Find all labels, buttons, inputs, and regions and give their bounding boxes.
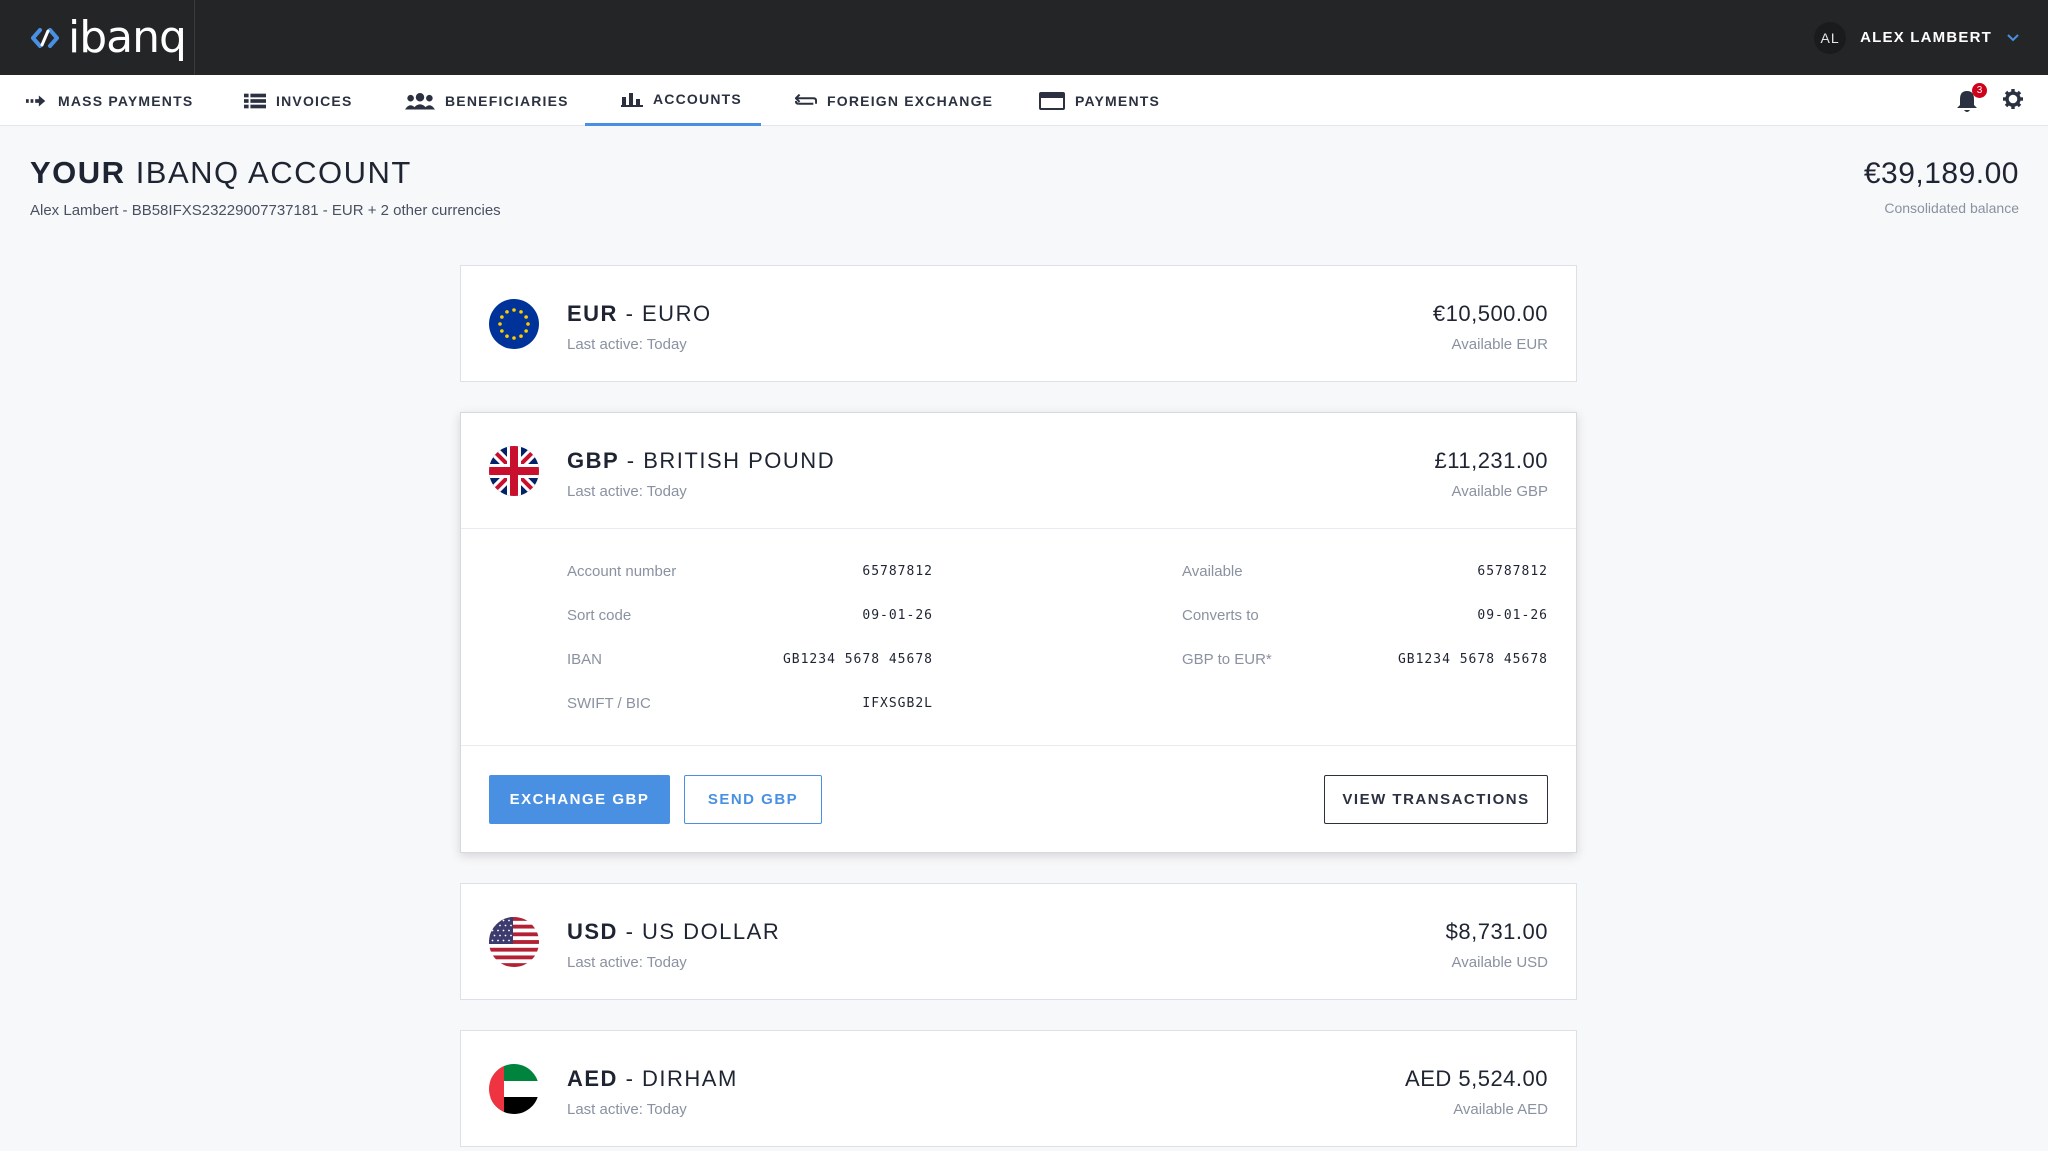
currency-title: USD - US DOLLAR: [567, 919, 780, 945]
detail-label-account-number: Account number: [567, 563, 677, 580]
gear-icon: [2003, 89, 2023, 109]
detail-value-sort-code: 09-01-26: [862, 608, 933, 623]
users-icon: [405, 92, 435, 110]
nav-label: MASS PAYMENTS: [58, 92, 194, 109]
user-name: ALEX LAMBERT: [1860, 29, 1992, 46]
us-flag-icon: [489, 917, 539, 967]
chevron-down-icon: [2007, 33, 2019, 41]
detail-value-iban: GB1234 5678 45678: [782, 652, 933, 667]
top-bar: ibanq AL ALEX LAMBERT: [0, 0, 2048, 75]
page-title-bold: YOUR: [30, 155, 126, 190]
account-details: Account number 65787812 Sort code 09-01-…: [461, 528, 1576, 746]
notifications-button[interactable]: 3: [1956, 83, 1987, 113]
detail-value-converts-to: 09-01-26: [1477, 608, 1548, 623]
account-card-gbp[interactable]: GBP - BRITISH POUND Last active: Today £…: [460, 412, 1577, 853]
logo-icon: [31, 27, 59, 48]
bar-chart-icon: [621, 90, 643, 108]
currency-name: - BRITISH POUND: [619, 448, 836, 473]
uae-flag-icon: [489, 1064, 539, 1114]
detail-value-rate: GB1234 5678 45678: [1397, 652, 1548, 667]
available-label: Available GBP: [1451, 483, 1548, 500]
account-card-usd[interactable]: USD - US DOLLAR Last active: Today $8,73…: [460, 883, 1577, 1000]
currency-name: - DIRHAM: [617, 1066, 738, 1091]
nav-label: FOREIGN EXCHANGE: [827, 92, 994, 109]
list-icon: [244, 92, 266, 110]
nav-item-foreign-exchange[interactable]: FOREIGN EXCHANGE: [795, 75, 993, 126]
notification-badge: 3: [1972, 83, 1987, 98]
uk-flag-icon: [489, 446, 539, 496]
account-card-header[interactable]: GBP - BRITISH POUND Last active: Today £…: [461, 413, 1576, 528]
account-card-header[interactable]: AED - DIRHAM Last active: Today AED 5,52…: [461, 1031, 1576, 1146]
currency-name: - US DOLLAR: [617, 919, 781, 944]
page-title: YOUR IBANQ ACCOUNT: [30, 155, 412, 191]
nav-label: PAYMENTS: [1075, 92, 1161, 109]
currency-code: GBP: [567, 448, 620, 473]
account-card-header[interactable]: USD - US DOLLAR Last active: Today $8,73…: [461, 884, 1576, 999]
settings-button[interactable]: [2003, 89, 2025, 111]
currency-code: EUR: [567, 301, 618, 326]
account-card-aed[interactable]: AED - DIRHAM Last active: Today AED 5,52…: [460, 1030, 1577, 1147]
currency-title: GBP - BRITISH POUND: [567, 448, 835, 474]
nav-label: ACCOUNTS: [653, 91, 742, 107]
consolidated-balance-label: Consolidated balance: [1884, 200, 2019, 216]
page-subtitle: Alex Lambert - BB58IFXS23229007737181 - …: [30, 202, 501, 219]
last-active: Last active: Today: [567, 336, 687, 353]
eu-flag-icon: [489, 299, 539, 349]
detail-value-swift: IFXSGB2L: [862, 696, 933, 711]
currency-title: EUR - EURO: [567, 301, 712, 327]
nav-item-invoices[interactable]: INVOICES: [244, 75, 353, 126]
available-label: Available AED: [1453, 1101, 1548, 1118]
nav-item-accounts[interactable]: ACCOUNTS: [585, 75, 761, 126]
credit-card-icon: [1039, 91, 1065, 110]
detail-label-swift: SWIFT / BIC: [567, 695, 651, 712]
nav-label: BENEFICIARIES: [445, 92, 569, 109]
currency-balance: AED 5,524.00: [1405, 1066, 1548, 1091]
detail-value-available: 65787812: [1477, 564, 1548, 579]
logo-text: ibanq: [68, 12, 187, 63]
account-actions: EXCHANGE GBP SEND GBP VIEW TRANSACTIONS: [461, 746, 1576, 852]
currency-name: - EURO: [617, 301, 712, 326]
detail-label-sort-code: Sort code: [567, 607, 632, 624]
last-active: Last active: Today: [567, 1101, 687, 1118]
detail-label-iban: IBAN: [567, 651, 603, 668]
account-card-eur[interactable]: EUR - EURO Last active: Today €10,500.00…: [460, 265, 1577, 382]
last-active: Last active: Today: [567, 483, 687, 500]
logo[interactable]: ibanq: [0, 0, 195, 75]
nav-item-payments[interactable]: PAYMENTS: [1039, 75, 1160, 126]
currency-code: USD: [567, 919, 618, 944]
send-gbp-button[interactable]: SEND GBP: [684, 775, 822, 824]
exchange-icon: [795, 92, 817, 110]
currency-balance: €10,500.00: [1432, 301, 1548, 326]
nav-item-beneficiaries[interactable]: BENEFICIARIES: [405, 75, 569, 126]
main-nav: MASS PAYMENTS INVOICES BENEFICIARIES ACC…: [0, 75, 2048, 126]
available-label: Available USD: [1451, 954, 1548, 971]
available-label: Available EUR: [1451, 336, 1548, 353]
last-active: Last active: Today: [567, 954, 687, 971]
detail-label-rate: GBP to EUR*: [1182, 651, 1272, 668]
currency-balance: £11,231.00: [1434, 448, 1548, 473]
detail-value-account-number: 65787812: [862, 564, 933, 579]
nav-label: INVOICES: [276, 92, 353, 109]
detail-label-converts-to: Converts to: [1182, 607, 1259, 624]
view-transactions-button[interactable]: VIEW TRANSACTIONS: [1324, 775, 1548, 824]
currency-code: AED: [567, 1066, 618, 1091]
exchange-gbp-button[interactable]: EXCHANGE GBP: [489, 775, 670, 824]
page-title-rest: IBANQ ACCOUNT: [125, 155, 412, 190]
currency-balance: $8,731.00: [1445, 919, 1548, 944]
detail-label-available: Available: [1182, 563, 1243, 580]
user-menu[interactable]: AL ALEX LAMBERT: [1814, 0, 2020, 75]
mass-payments-icon: [26, 92, 48, 110]
nav-item-mass-payments[interactable]: MASS PAYMENTS: [26, 75, 193, 126]
avatar: AL: [1814, 21, 1847, 54]
currency-title: AED - DIRHAM: [567, 1066, 738, 1092]
consolidated-balance: €39,189.00: [1863, 157, 2019, 190]
account-card-header[interactable]: EUR - EURO Last active: Today €10,500.00…: [461, 266, 1576, 381]
